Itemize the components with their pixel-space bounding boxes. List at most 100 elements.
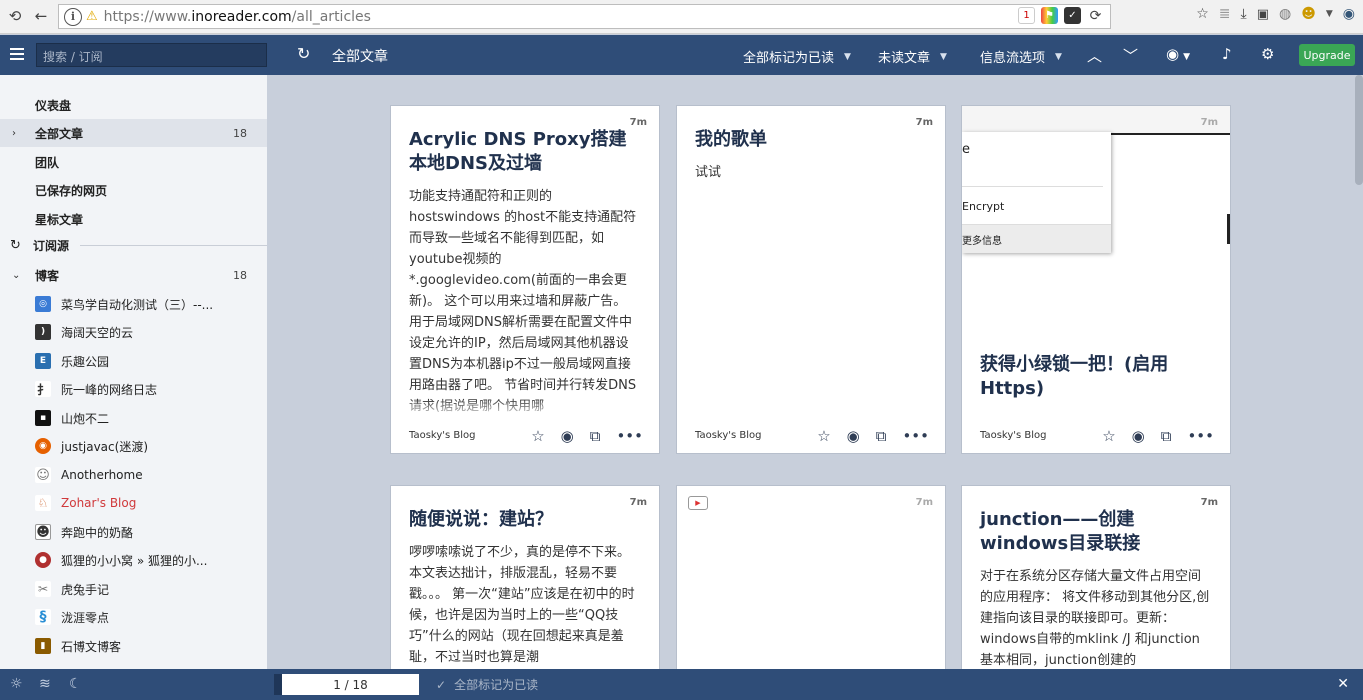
article-age: 7m	[1200, 117, 1218, 128]
back-icon[interactable]: ←	[30, 5, 52, 27]
folder-blog[interactable]: ⌄ 博客 18	[0, 261, 267, 289]
upgrade-button[interactable]: Upgrade	[1299, 44, 1355, 66]
star-icon[interactable]: ☆	[817, 427, 830, 445]
mark-all-read-dropdown[interactable]: 全部标记为已读 ▼	[743, 47, 851, 66]
open-external-icon[interactable]: ⧉	[876, 427, 887, 445]
chevron-down-icon[interactable]: ﹀	[1123, 45, 1138, 66]
sidebar-item-label: 星标文章	[35, 212, 84, 227]
pocket-icon[interactable]: ✓	[1064, 7, 1081, 24]
article-card[interactable]: 7m 随便说说：建站？ 啰啰嗦嗦说了不少，真的是停不下来。 本文表达拙计，排版混…	[390, 485, 660, 669]
view-mode-icon[interactable]: ≋	[39, 676, 51, 692]
feed-name: 海阔天空的云	[61, 325, 134, 340]
feed-item[interactable]: ⺘阮一峰的网络日志	[0, 375, 267, 403]
chevron-down-icon: ▼	[940, 51, 947, 62]
chevron-down-icon: ▼	[844, 51, 851, 62]
brightness-icon[interactable]: ☼	[10, 676, 23, 692]
screenshot-icon[interactable]: ▣	[1257, 7, 1269, 22]
chevron-down-icon[interactable]: ▼	[1326, 9, 1333, 19]
globe-icon[interactable]: ◍	[1279, 6, 1291, 22]
feed-item[interactable]: ✂ 虎兔手记	[0, 575, 267, 603]
stream-options-dropdown[interactable]: 信息流选项 ▼	[980, 47, 1062, 66]
panda-icon: ☻	[35, 524, 51, 540]
star-icon[interactable]: ☆	[1102, 427, 1115, 445]
info-icon[interactable]: i	[64, 7, 82, 26]
feed-name: Anotherhome	[61, 468, 143, 482]
user-icon[interactable]: ◉	[1343, 6, 1355, 22]
feed-item[interactable]: ) 海阔天空的云	[0, 318, 267, 346]
article-age: 7m	[915, 497, 933, 508]
article-card[interactable]: 7m junction——创建windows目录联接 对于在系统分区存储大量文件…	[961, 485, 1231, 669]
article-card[interactable]: 7m Acrylic DNS Proxy搭建本地DNS及过墙 功能支持通配符和正…	[390, 105, 660, 454]
search-input[interactable]: 搜索 / 订阅	[36, 43, 267, 67]
feed-item[interactable]: ☺ Anotherhome	[0, 461, 267, 489]
sidebar-item-team[interactable]: 团队	[0, 148, 267, 176]
color-extension-icon[interactable]: ⚑	[1041, 7, 1058, 24]
feed-item[interactable]: ☻ 奔跑中的奶酪	[0, 518, 267, 546]
article-source[interactable]: Taosky's Blog	[695, 430, 762, 441]
bottom-bar: ☼ ≋ ☾ 1 / 18 ✓ 全部标记为已读 ✕	[0, 669, 1363, 700]
article-source[interactable]: Taosky's Blog	[409, 430, 476, 441]
open-external-icon[interactable]: ⧉	[590, 427, 601, 445]
mark-read-icon[interactable]: ◉	[561, 427, 574, 445]
reading-list-icon[interactable]: ≣	[1219, 6, 1231, 22]
browser-toolbar: ⟲ ← i ⚠ https://www.inoreader.com/all_ar…	[0, 0, 1363, 34]
open-external-icon[interactable]: ⧉	[1161, 427, 1172, 445]
chevron-up-icon[interactable]: ︿	[1087, 45, 1102, 66]
menu-icon[interactable]	[10, 48, 24, 60]
more-icon[interactable]: •••	[1187, 427, 1214, 445]
moon-icon[interactable]: ☾	[69, 676, 82, 692]
article-card[interactable]: 7m 我的歌单 试试 Taosky's Blog ☆ ◉ ⧉ •••	[676, 105, 946, 454]
feed-name: 虎兔手记	[61, 582, 110, 597]
feed-item[interactable]: ▮ 石博文博客	[0, 632, 267, 660]
url-text[interactable]: https://www.inoreader.com/all_articles	[104, 9, 371, 25]
sidebar-item-dashboard[interactable]: 仪表盘	[0, 91, 267, 119]
eye-icon[interactable]: ◉ ▼	[1166, 45, 1190, 63]
article-source[interactable]: Taosky's Blog	[980, 430, 1047, 441]
article-card[interactable]: e Encrypt 更多信息 7m 获得小绿锁一把！(启用Https) Taos…	[961, 105, 1231, 454]
mark-read-icon[interactable]: ◉	[847, 427, 860, 445]
feed-item[interactable]: E 乐趣公园	[0, 347, 267, 375]
article-title[interactable]: junction——创建windows目录联接	[980, 508, 1212, 556]
monkey-icon[interactable]: ☻	[1301, 6, 1316, 22]
refresh-icon[interactable]: ↻	[297, 44, 310, 63]
article-title[interactable]: 随便说说：建站？	[409, 508, 641, 532]
article-title[interactable]: Acrylic DNS Proxy搭建本地DNS及过墙	[409, 128, 641, 176]
refresh-icon[interactable]: ↻	[10, 238, 21, 253]
page-indicator[interactable]: 1 / 18	[282, 674, 419, 695]
more-icon[interactable]: •••	[902, 427, 929, 445]
star-icon[interactable]: ☆	[531, 427, 544, 445]
feed-item[interactable]: ◎ 菜鸟学自动化测试（三）--...	[0, 290, 267, 318]
scrollbar[interactable]	[1355, 75, 1363, 185]
extension-icon[interactable]: 1	[1018, 7, 1035, 24]
feed-item[interactable]: § 泷涯零点	[0, 603, 267, 631]
article-title[interactable]: 获得小绿锁一把！(启用Https)	[980, 353, 1212, 401]
star-icon[interactable]: ☆	[1196, 6, 1209, 22]
mark-all-read-button[interactable]: ✓ 全部标记为已读	[436, 676, 538, 693]
gear-icon[interactable]: ⚙	[1261, 45, 1274, 63]
sidebar-item-all-articles[interactable]: › 全部文章 18	[0, 119, 267, 147]
sidebar-item-starred[interactable]: 星标文章	[0, 205, 267, 233]
bell-icon[interactable]: ♪	[1222, 45, 1232, 63]
mark-all-read-label: 全部标记为已读	[454, 678, 539, 692]
more-icon[interactable]: •••	[616, 427, 643, 445]
fox-icon: ♘	[35, 495, 51, 511]
feed-item[interactable]: ♘ Zohar's Blog	[0, 489, 267, 517]
sidebar-item-saved-pages[interactable]: 已保存的网页	[0, 176, 267, 204]
firefox-icon: ◉	[35, 438, 51, 454]
mark-read-icon[interactable]: ◉	[1132, 427, 1145, 445]
subscriptions-header[interactable]: ↻ 订阅源	[0, 232, 267, 258]
history-icon[interactable]: ⟲	[4, 5, 26, 27]
feed-item[interactable]: ▪ 山炮不二	[0, 404, 267, 432]
fade-overlay	[391, 399, 659, 419]
feed-item[interactable]: ● 狐狸的小小窝 » 狐狸的小...	[0, 546, 267, 574]
address-bar[interactable]: i ⚠ https://www.inoreader.com/all_articl…	[58, 4, 1111, 29]
unread-dropdown[interactable]: 未读文章 ▼	[878, 47, 947, 66]
feed-item[interactable]: ◉ justjavac(迷渡)	[0, 432, 267, 460]
article-card[interactable]: ▶ 7m	[676, 485, 946, 669]
reload-icon[interactable]: ⟳	[1087, 7, 1104, 24]
article-title[interactable]: 我的歌单	[695, 128, 927, 152]
download-icon[interactable]: ⤓	[1241, 6, 1247, 22]
close-icon[interactable]: ✕	[1337, 676, 1349, 692]
square-icon: ▪	[35, 410, 51, 426]
article-snippet: 对于在系统分区存储大量文件占用空间的应用程序： 将文件移动到其他分区,创建指向该…	[980, 569, 1210, 668]
